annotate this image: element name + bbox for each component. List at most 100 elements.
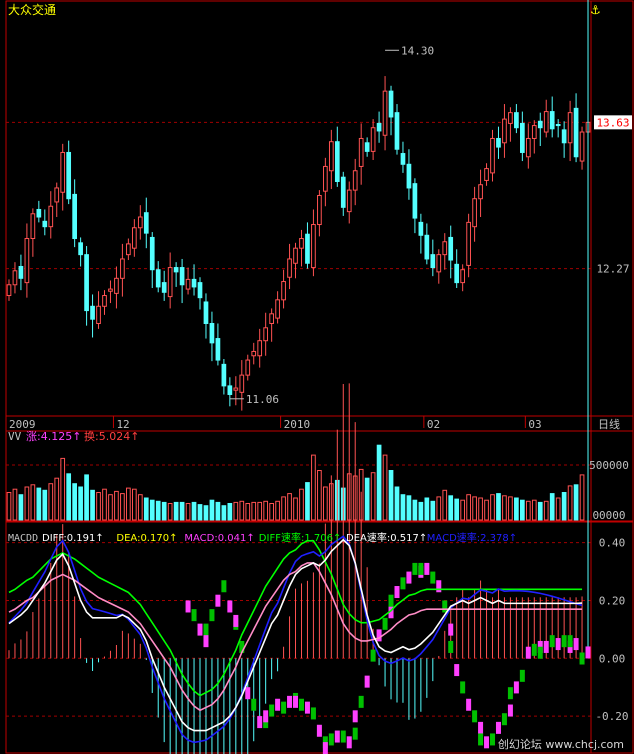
volume-bar [502,495,507,521]
volume-bar [496,493,501,521]
macd-block [251,698,257,711]
macd-legend-item: DIFF速率:1.706↑ [259,531,342,544]
candle-body [6,284,12,297]
macd-block [281,701,287,714]
candle-body [263,327,269,342]
volume-bar [287,493,292,521]
macd-block [191,609,197,622]
macd-block [501,713,507,726]
macd-tick-label: 0.40 [599,537,626,550]
volume-bar [66,473,72,521]
candle-body [36,208,42,218]
volume-bar [466,494,471,521]
volume-tick-label: 500000 [589,459,629,472]
macd-block [460,681,466,694]
candle-body [364,142,370,152]
volume-bar [120,493,125,521]
candle-body [424,234,430,260]
macd-legend-item: DIFF:0.191↑ [42,533,104,544]
candle-body [299,238,304,249]
volume-bar [221,505,227,521]
volume-bar [78,486,83,521]
volume-bar [394,486,400,521]
candle-body [48,205,54,228]
candle-body [108,288,113,292]
price-annotation: 14.30 [401,44,434,57]
macd-block [275,698,281,711]
macd-block [507,687,513,700]
volume-bar [131,488,137,521]
macd-block [245,687,251,700]
macd-block [257,716,263,729]
candle-body [90,305,95,320]
candle-body [430,254,436,269]
volume-bar [203,505,209,521]
candle-body [72,193,77,240]
macd-block [334,730,340,743]
candle-body [442,241,448,256]
macd-block [543,640,549,653]
candle-body [269,313,274,324]
macd-block [567,635,573,648]
macd-tick-label: -0.20 [595,710,628,723]
macd-block [304,701,310,714]
macd-legend-item: DEA速率:0.517↑ [346,531,427,544]
volume-bar [197,504,203,521]
macd-block [406,571,412,584]
volume-bar [114,490,119,521]
candle-body [370,127,376,152]
volume-bar [514,497,519,521]
macd-tick-label: 0.00 [599,652,626,665]
candle-body [209,322,215,344]
macd-block [525,646,531,659]
candle-body [311,224,316,269]
candle-body [96,305,101,324]
macd-block [209,609,215,622]
volume-bar [281,496,286,521]
volume-bar [149,499,155,521]
volume-bar [460,499,466,521]
macd-block [293,695,299,708]
candle-body [66,151,72,200]
macd-block [424,562,430,575]
price-tick-label: 12.27 [596,263,629,276]
volume-bar [137,494,143,521]
candle-body [579,131,585,162]
candle-body [334,141,340,183]
macd-block [466,698,472,711]
candle-body [149,236,155,271]
volume-bar [6,492,12,521]
macd-block [585,646,591,659]
macd-block [215,594,221,607]
candle-body [126,243,131,256]
candle-body [317,194,322,226]
candle-body [24,238,30,284]
volume-bar [263,500,269,521]
macd-block [412,562,418,575]
volume-bar [293,497,298,521]
candle-body [549,111,555,130]
volume-bar [573,484,579,521]
volume-bar [239,500,245,521]
macd-block [531,643,537,656]
volume-bar [155,500,161,521]
volume-bar [18,494,24,521]
volume-bar [317,470,322,521]
volume-bar [12,488,18,521]
candle-body [54,187,60,203]
volume-bar [54,477,60,521]
volume-bar [406,495,412,521]
date-label: 2010 [284,418,311,431]
candle-body [394,112,400,150]
macd-block [287,695,293,708]
volume-bar [454,498,460,521]
volume-bar [567,485,573,521]
macd-block [478,733,484,746]
candle-body [567,112,573,144]
stock-chart: 13.63 12.27 14.30 11.06 大众交通 ⚓ 2009 12 2010 02 03 日… [0,0,634,754]
volume-bar [30,484,36,521]
candle-body [287,258,292,278]
candle-body [531,125,537,139]
macd-block [269,704,275,717]
volume-bar [209,499,215,521]
